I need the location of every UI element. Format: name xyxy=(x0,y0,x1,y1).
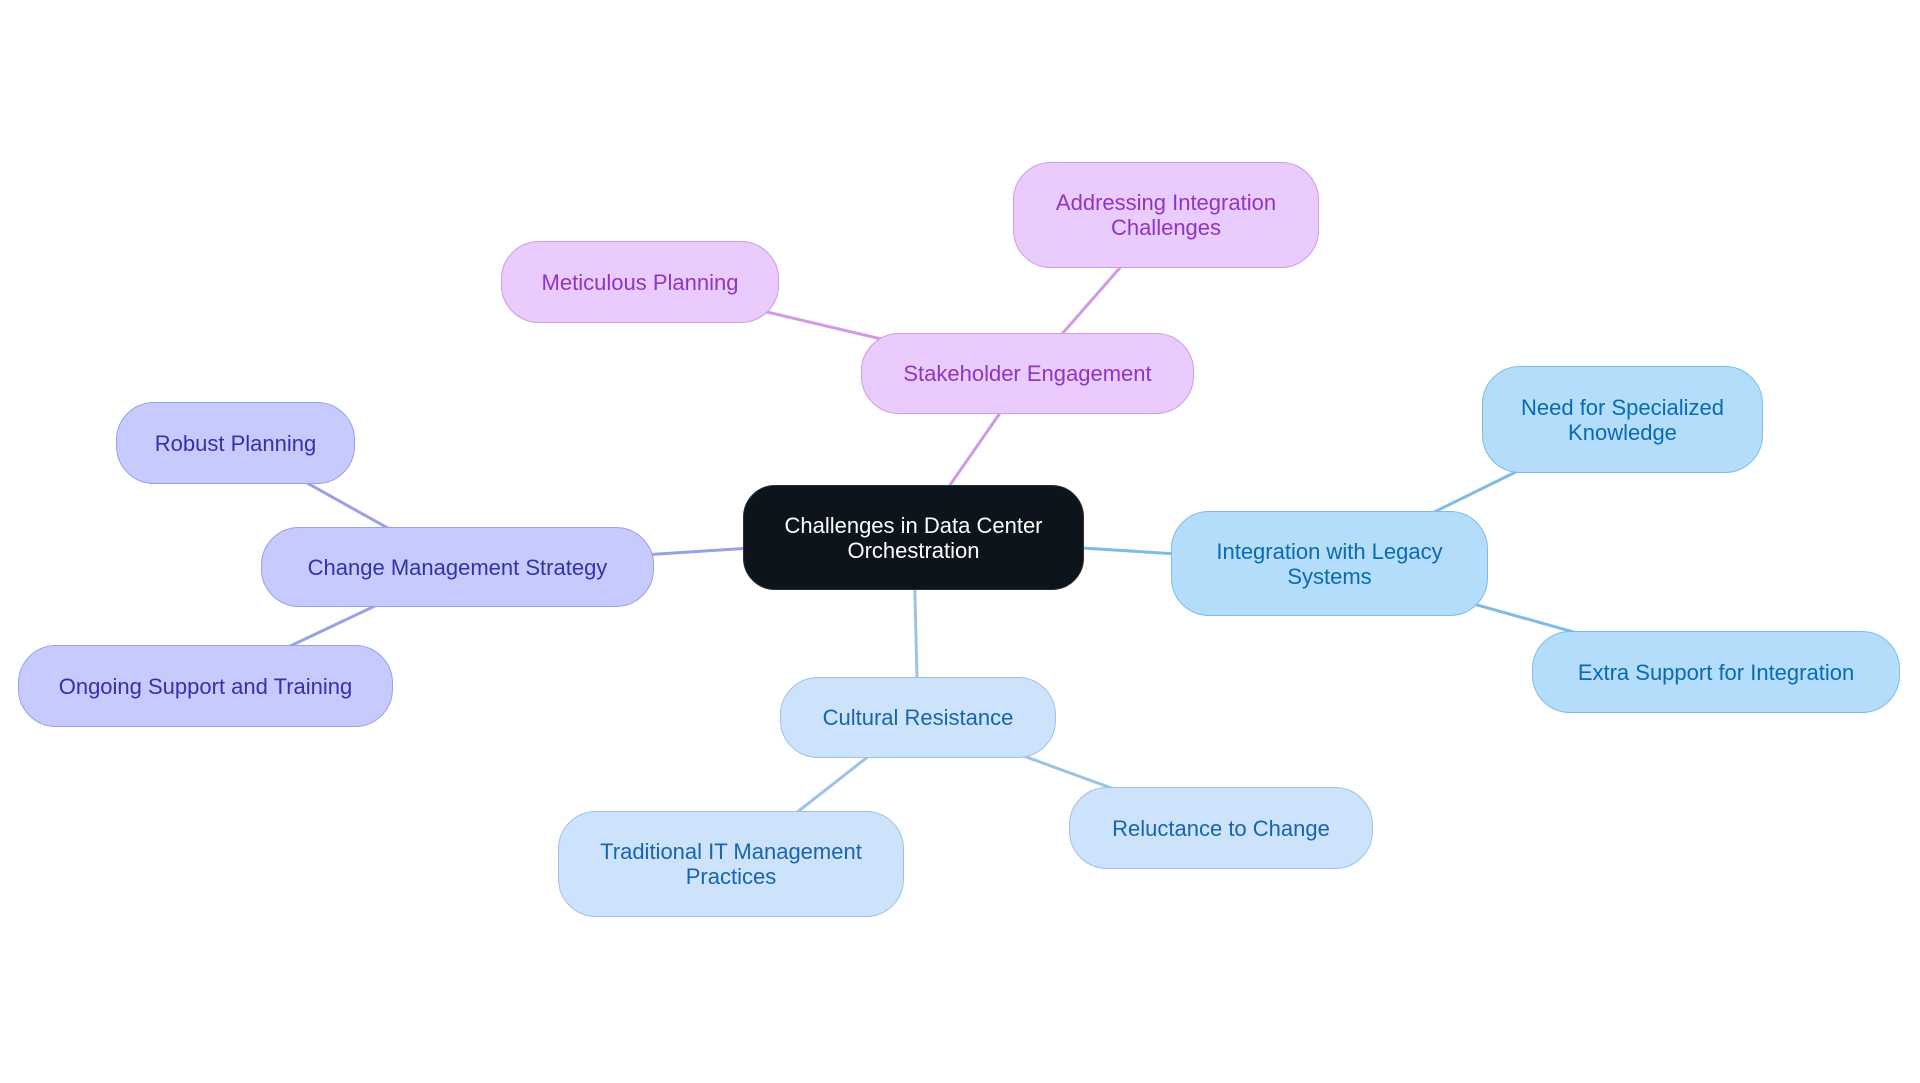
node-need-for-specialized-knowledge[interactable]: Need for Specialized Knowledge xyxy=(1482,366,1763,473)
node-ongoing-support-and-training[interactable]: Ongoing Support and Training xyxy=(18,645,393,727)
node-integration-with-legacy-systems[interactable]: Integration with Legacy Systems xyxy=(1171,511,1488,616)
node-reluctance-to-change[interactable]: Reluctance to Change xyxy=(1069,787,1373,869)
node-robust-planning[interactable]: Robust Planning xyxy=(116,402,355,484)
node-extra-support-for-integration[interactable]: Extra Support for Integration xyxy=(1532,631,1900,713)
node-meticulous-planning[interactable]: Meticulous Planning xyxy=(501,241,779,323)
node-cultural-resistance[interactable]: Cultural Resistance xyxy=(780,677,1056,758)
node-root[interactable]: Challenges in Data Center Orchestration xyxy=(743,485,1084,590)
node-stakeholder-engagement[interactable]: Stakeholder Engagement xyxy=(861,333,1194,414)
node-change-management-strategy[interactable]: Change Management Strategy xyxy=(261,527,654,607)
node-traditional-it-management-practices[interactable]: Traditional IT Management Practices xyxy=(558,811,904,917)
node-addressing-integration-challenges[interactable]: Addressing Integration Challenges xyxy=(1013,162,1319,268)
